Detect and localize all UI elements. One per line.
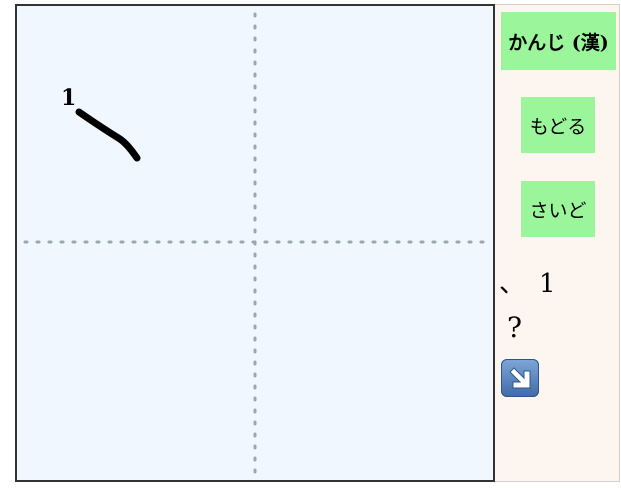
question-mark: ?	[507, 311, 523, 344]
back-button[interactable]: もどる	[521, 97, 595, 153]
arrow-down-right-icon[interactable]	[501, 359, 539, 397]
stroke-order-number: 1	[61, 85, 77, 111]
side-panel: かんじ (漢) もどる さいど 、 1 ?	[495, 4, 620, 482]
redo-button[interactable]: さいど	[521, 181, 595, 237]
drawn-stroke	[75, 108, 141, 162]
result-stroke-count: 1	[539, 269, 556, 299]
drawing-canvas[interactable]: 1	[15, 4, 495, 482]
stroke-result: 、 1	[499, 263, 556, 300]
canvas-guides	[23, 12, 491, 478]
result-stroke-glyph: 、	[499, 269, 526, 299]
kanji-button[interactable]: かんじ (漢)	[501, 12, 616, 70]
